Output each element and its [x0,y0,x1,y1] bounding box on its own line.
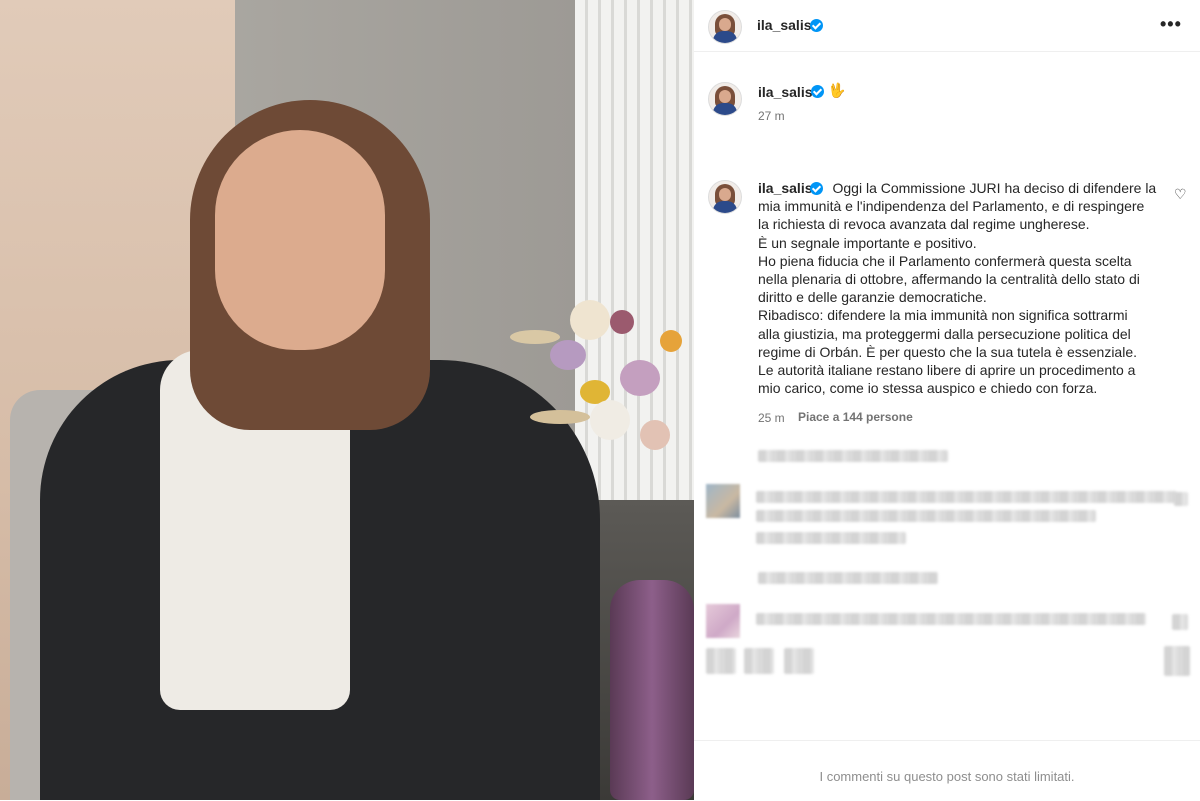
caption-line: diritto e delle garanzie democratiche. [758,289,987,306]
caption-avatar[interactable] [708,180,742,214]
verified-badge-icon [811,85,824,98]
comment-time[interactable]: 27 m [758,109,785,123]
caption-line: Oggi la Commissione JURI ha deciso di di… [832,180,1157,196]
blurred-comment-text [756,510,1096,522]
more-options-icon[interactable]: ••• [1160,14,1182,35]
photo-dried-flowers [490,280,694,600]
blurred-comment-text [758,450,948,462]
verified-badge-icon [810,182,823,195]
comment-emoji: 🖖 [828,82,846,98]
caption-line: Ho piena fiducia che il Parlamento confe… [758,252,1132,269]
blurred-comment-avatar [706,604,740,638]
photo-person-face [215,130,385,350]
blurred-comment-text [756,613,1146,625]
instagram-post: ila_salis ••• ila_salis 🖖 27 m ila_salis… [0,0,1200,800]
blurred-replies-link [758,572,938,584]
caption-line: mia immunità e l'indipendenza del Parlam… [758,198,1145,215]
author-username[interactable]: ila_salis [757,17,812,33]
blurred-comment-meta [756,532,906,544]
caption-line: È un segnale importante e positivo. [758,234,977,251]
blurred-like-icon [1172,614,1188,630]
verified-badge-icon [810,19,823,32]
caption-line: mio carico, come io stessa auspico e chi… [758,380,1098,397]
photo-vase [610,580,694,800]
caption-line: Le autorità italiane restano libere di a… [758,362,1136,379]
caption-line: Ribadisco: difendere la mia immunità non… [758,307,1128,324]
post-header: ila_salis ••• [694,0,1200,52]
blurred-save-icon [1164,646,1190,676]
blurred-comment-text [756,491,1176,503]
comments-limited-notice: I commenti su questo post sono stati lim… [819,769,1075,784]
blurred-action-icon [744,648,774,674]
post-side-panel: ila_salis ••• ila_salis 🖖 27 m ila_salis… [694,0,1200,800]
caption-line: la richiesta di revoca avanzata dal regi… [758,216,1090,233]
post-photo[interactable] [0,0,694,800]
caption-username[interactable]: ila_salis [758,180,813,196]
post-caption: ila_salis Oggi la Commissione JURI ha dec… [758,179,1158,397]
blurred-comment-avatar [706,484,740,518]
blurred-action-icon [706,648,736,674]
heart-outline-icon[interactable]: ♡ [1174,187,1188,201]
author-avatar[interactable] [708,10,742,44]
blurred-action-icon [784,648,814,674]
caption-line: nella plenaria di ottobre, affermando la… [758,271,1140,288]
caption-line: alla giustizia, ma proteggermi dalla per… [758,325,1131,342]
blurred-like-icon [1174,492,1188,506]
caption-line: regime di Orbán. È per questo che la sua… [758,343,1137,360]
caption-time[interactable]: 25 m [758,411,785,425]
comment-username[interactable]: ila_salis [758,84,813,100]
likes-count[interactable]: Piace a 144 persone [798,410,913,424]
comments-footer: I commenti su questo post sono stati lim… [694,740,1200,801]
comment-avatar[interactable] [708,82,742,116]
